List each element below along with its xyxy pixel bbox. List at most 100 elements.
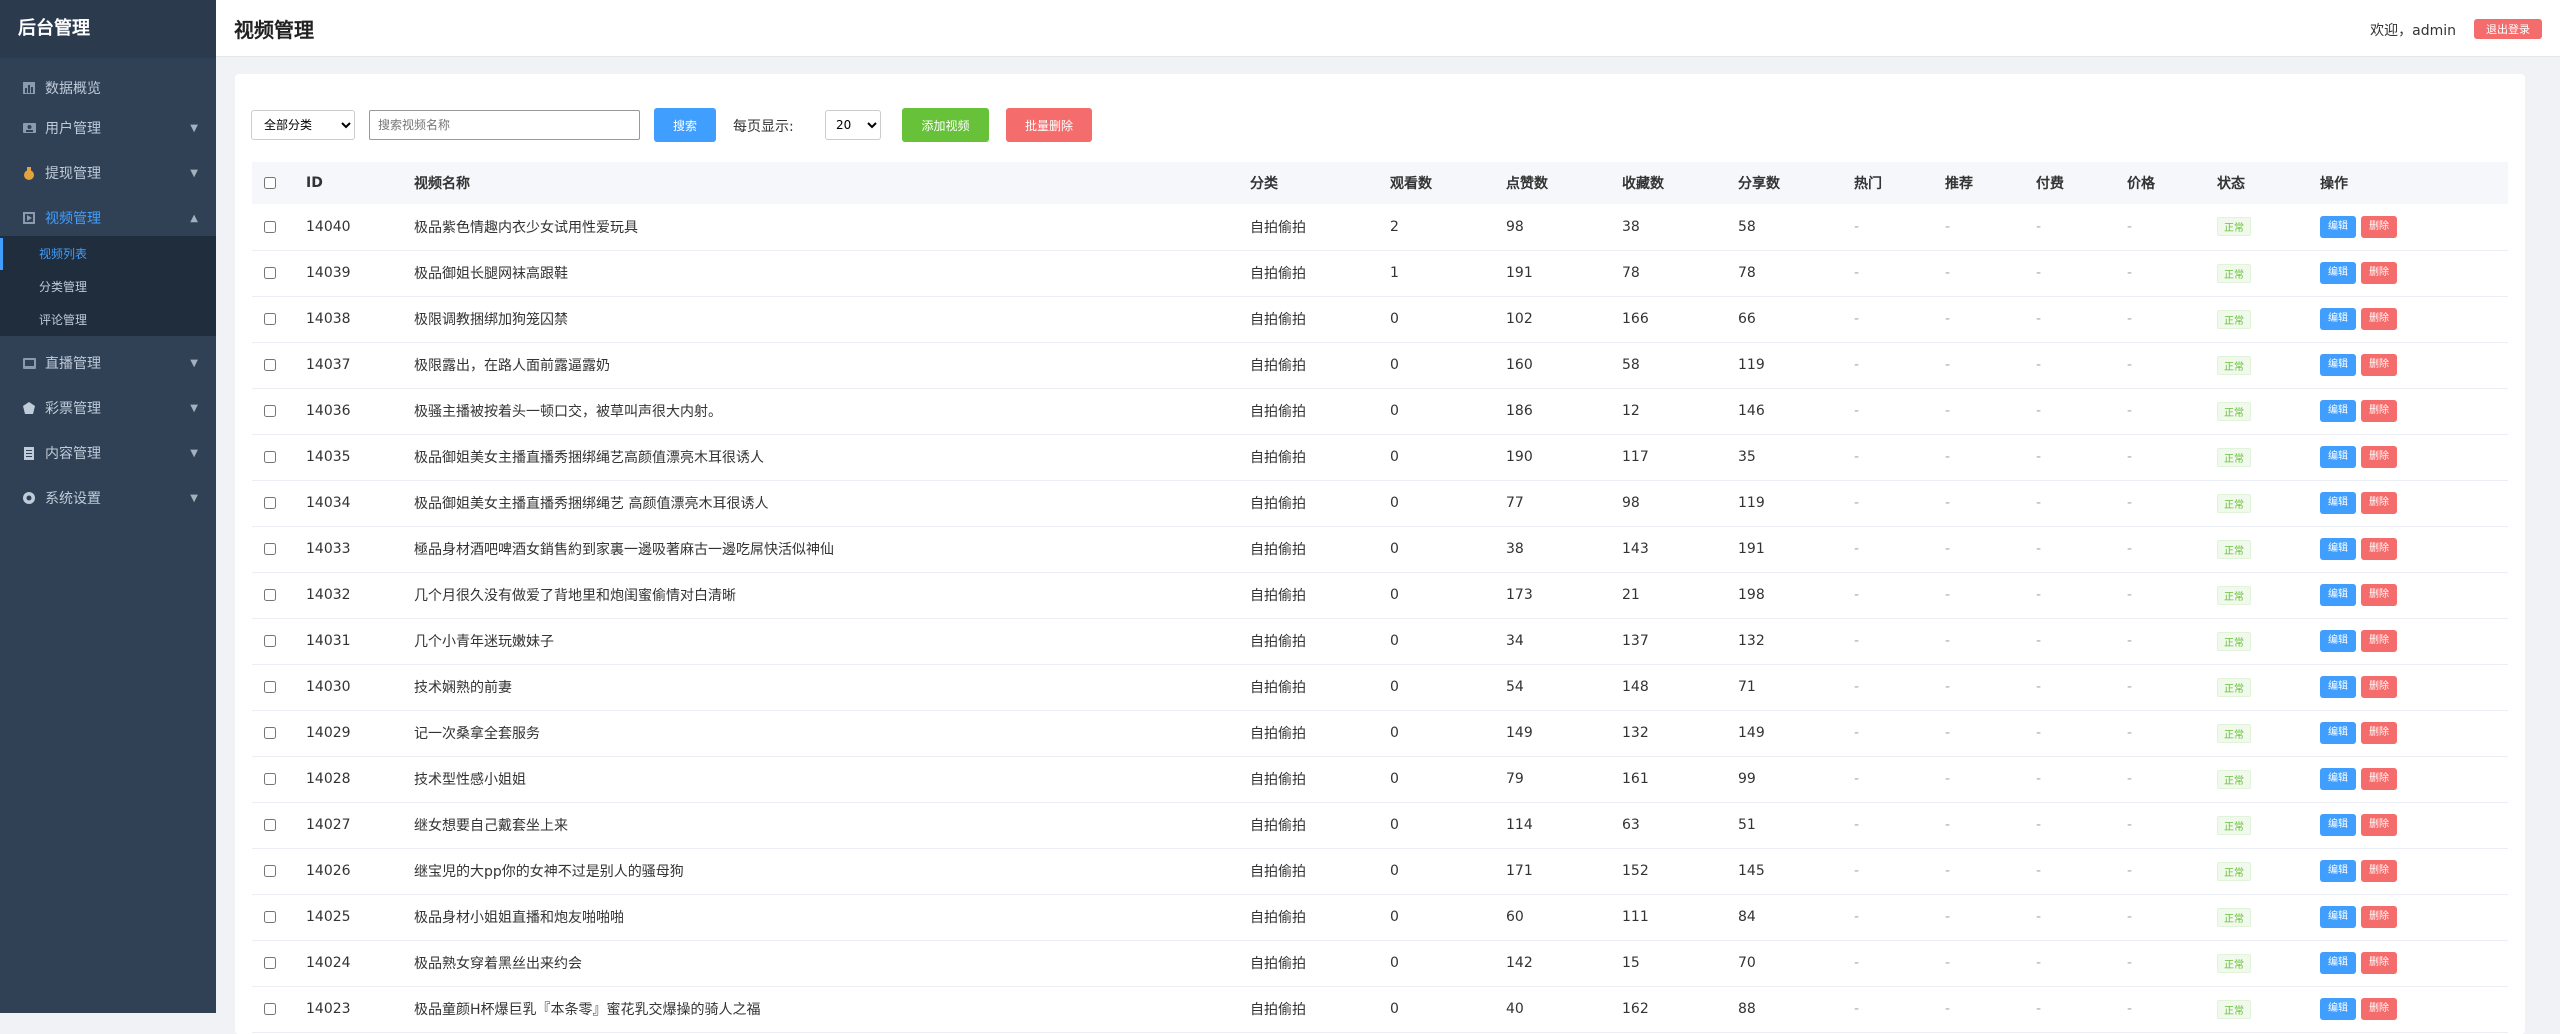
search-input[interactable] bbox=[369, 110, 640, 140]
edit-button[interactable]: 编辑 bbox=[2320, 538, 2356, 560]
sidebar-item-video[interactable]: 视频管理 ▲ bbox=[0, 198, 216, 238]
row-checkbox[interactable] bbox=[264, 865, 276, 877]
edit-button[interactable]: 编辑 bbox=[2320, 906, 2356, 928]
chevron-down-icon: ▼ bbox=[190, 357, 198, 369]
edit-button[interactable]: 编辑 bbox=[2320, 492, 2356, 514]
cell-status: 正常 bbox=[2217, 434, 2320, 480]
edit-button[interactable]: 编辑 bbox=[2320, 998, 2356, 1020]
row-checkbox[interactable] bbox=[264, 819, 276, 831]
cell-shares: 146 bbox=[1738, 403, 1765, 419]
row-checkbox[interactable] bbox=[264, 313, 276, 325]
edit-button[interactable]: 编辑 bbox=[2320, 215, 2356, 238]
delete-button[interactable]: 删除 bbox=[2361, 768, 2397, 790]
cell-id: 14033 bbox=[306, 541, 351, 557]
row-checkbox[interactable] bbox=[264, 957, 276, 969]
batch-delete-button[interactable]: 批量删除 bbox=[1006, 108, 1092, 142]
delete-button[interactable]: 删除 bbox=[2361, 952, 2397, 974]
delete-button[interactable]: 删除 bbox=[2361, 584, 2397, 606]
column-header: 热门 bbox=[1854, 176, 1882, 192]
cell-category: 自拍偷拍 bbox=[1250, 956, 1306, 972]
status-badge: 正常 bbox=[2217, 999, 2251, 1019]
row-checkbox[interactable] bbox=[264, 543, 276, 555]
sidebar-item-lottery[interactable]: 彩票管理 ▼ bbox=[0, 388, 216, 428]
cell-id: 14025 bbox=[306, 909, 351, 925]
row-checkbox[interactable] bbox=[264, 267, 276, 279]
cell-favorites: 111 bbox=[1622, 909, 1649, 925]
delete-button[interactable]: 删除 bbox=[2361, 814, 2397, 836]
sidebar-item-dashboard[interactable]: 数据概览 bbox=[0, 68, 216, 108]
category-select[interactable]: 全部分类 bbox=[251, 110, 355, 140]
row-checkbox[interactable] bbox=[264, 911, 276, 923]
cell-shares: 198 bbox=[1738, 587, 1765, 603]
table-row: 14032 几个月很久没有做爱了背地里和炮闺蜜偷情对白清晰 自拍偷拍 0 173 21 19… bbox=[252, 572, 2508, 618]
cell-hot: - bbox=[1854, 863, 1860, 879]
edit-button[interactable]: 编辑 bbox=[2320, 446, 2356, 468]
delete-button[interactable]: 删除 bbox=[2361, 722, 2397, 744]
cell-price: - bbox=[2127, 771, 2133, 787]
cell-favorites: 143 bbox=[1622, 541, 1649, 557]
edit-button[interactable]: 编辑 bbox=[2320, 262, 2356, 284]
chevron-down-icon: ▼ bbox=[190, 447, 198, 459]
row-checkbox[interactable] bbox=[264, 451, 276, 463]
delete-button[interactable]: 删除 bbox=[2361, 446, 2397, 468]
submenu-item-comments[interactable]: 评论管理 bbox=[0, 304, 216, 336]
delete-button[interactable]: 删除 bbox=[2361, 215, 2397, 238]
sidebar-item-withdraw[interactable]: 提现管理 ▼ bbox=[0, 153, 216, 193]
search-button[interactable]: 搜索 bbox=[654, 108, 716, 142]
edit-button[interactable]: 编辑 bbox=[2320, 308, 2356, 330]
delete-button[interactable]: 删除 bbox=[2361, 676, 2397, 698]
submenu-item-video-list[interactable]: 视频列表 bbox=[0, 238, 216, 270]
cell-shares: 58 bbox=[1738, 218, 1756, 235]
edit-button[interactable]: 编辑 bbox=[2320, 400, 2356, 422]
delete-button[interactable]: 删除 bbox=[2361, 630, 2397, 652]
row-checkbox[interactable] bbox=[264, 220, 276, 233]
select-all-checkbox[interactable] bbox=[264, 177, 276, 189]
edit-button[interactable]: 编辑 bbox=[2320, 630, 2356, 652]
edit-button[interactable]: 编辑 bbox=[2320, 354, 2356, 376]
edit-button[interactable]: 编辑 bbox=[2320, 676, 2356, 698]
row-checkbox[interactable] bbox=[264, 405, 276, 417]
submenu-item-category[interactable]: 分类管理 bbox=[0, 271, 216, 303]
delete-button[interactable]: 删除 bbox=[2361, 906, 2397, 928]
row-checkbox[interactable] bbox=[264, 773, 276, 785]
cell-recommend: - bbox=[1945, 771, 1951, 787]
chevron-down-icon: ▼ bbox=[190, 402, 198, 414]
delete-button[interactable]: 删除 bbox=[2361, 354, 2397, 376]
sidebar-item-live[interactable]: 直播管理 ▼ bbox=[0, 343, 216, 383]
row-checkbox[interactable] bbox=[264, 497, 276, 509]
row-checkbox[interactable] bbox=[264, 727, 276, 739]
logout-button[interactable]: 退出登录 bbox=[2474, 19, 2542, 39]
cell-likes: 160 bbox=[1506, 357, 1533, 373]
row-checkbox[interactable] bbox=[264, 589, 276, 601]
edit-button[interactable]: 编辑 bbox=[2320, 722, 2356, 744]
row-checkbox[interactable] bbox=[264, 635, 276, 647]
delete-button[interactable]: 删除 bbox=[2361, 860, 2397, 882]
edit-button[interactable]: 编辑 bbox=[2320, 952, 2356, 974]
delete-button[interactable]: 删除 bbox=[2361, 538, 2397, 560]
sidebar-item-settings[interactable]: 系统设置 ▼ bbox=[0, 478, 216, 518]
delete-button[interactable]: 删除 bbox=[2361, 308, 2397, 330]
add-video-button[interactable]: 添加视频 bbox=[902, 108, 989, 142]
row-checkbox[interactable] bbox=[264, 1003, 276, 1015]
cell-recommend: - bbox=[1945, 357, 1951, 373]
sidebar-item-label: 用户管理 bbox=[45, 121, 101, 137]
cell-video-name: 极品童颜H杯爆巨乳『本条零』蜜花乳交爆操的骑人之福 bbox=[414, 1002, 761, 1018]
per-page-select[interactable]: 20 bbox=[825, 110, 881, 140]
edit-button[interactable]: 编辑 bbox=[2320, 860, 2356, 882]
row-checkbox[interactable] bbox=[264, 359, 276, 371]
cell-favorites: 21 bbox=[1622, 587, 1640, 603]
delete-button[interactable]: 删除 bbox=[2361, 400, 2397, 422]
row-checkbox[interactable] bbox=[264, 681, 276, 693]
sidebar-item-content[interactable]: 内容管理 ▼ bbox=[0, 433, 216, 473]
delete-button[interactable]: 删除 bbox=[2361, 998, 2397, 1020]
cell-status: 正常 bbox=[2217, 250, 2320, 296]
cell-paid: - bbox=[2036, 679, 2042, 695]
sidebar-item-users[interactable]: 用户管理 ▼ bbox=[0, 108, 216, 148]
edit-button[interactable]: 编辑 bbox=[2320, 814, 2356, 836]
edit-button[interactable]: 编辑 bbox=[2320, 768, 2356, 790]
cell-shares: 71 bbox=[1738, 679, 1756, 695]
cell-hot: - bbox=[1854, 1001, 1860, 1017]
edit-button[interactable]: 编辑 bbox=[2320, 584, 2356, 606]
delete-button[interactable]: 删除 bbox=[2361, 262, 2397, 284]
delete-button[interactable]: 删除 bbox=[2361, 492, 2397, 514]
